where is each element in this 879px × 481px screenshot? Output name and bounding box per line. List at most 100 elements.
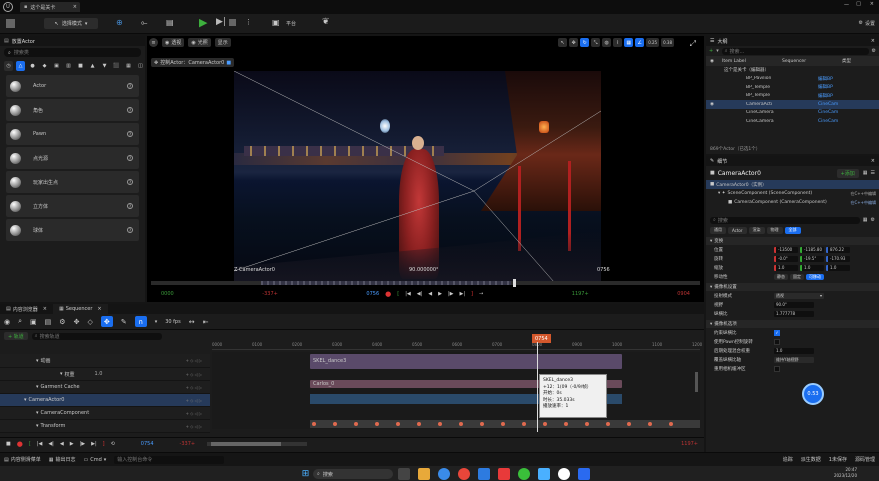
trace-button[interactable]: 追踪 — [783, 456, 793, 463]
keyframe[interactable] — [606, 422, 610, 426]
outliner-row[interactable]: CineCamera CineCam — [706, 117, 879, 126]
keyframe[interactable] — [438, 422, 442, 426]
actor-item[interactable]: 角色? — [6, 99, 139, 121]
landscape-icon[interactable]: ⬛ — [112, 61, 121, 71]
scale-x[interactable]: 1.0 — [774, 264, 798, 271]
geometry-icon[interactable]: ▼ — [100, 61, 109, 71]
track-options-icon[interactable]: + ◇ ◁ ▷ — [186, 358, 202, 363]
viewport-timeline-bar[interactable] — [151, 279, 700, 287]
visual-effects-icon[interactable]: ▥ — [64, 61, 73, 71]
platform-label[interactable]: 平台 — [286, 20, 296, 27]
step-icon[interactable]: ▶| — [216, 17, 226, 27]
ctrl5-checkbox[interactable] — [774, 365, 780, 372]
store-icon[interactable] — [478, 468, 490, 480]
close-tab-icon[interactable]: × — [73, 4, 77, 10]
clip-skel-dance[interactable]: SKEL_dance3 — [310, 354, 622, 369]
play-icon[interactable]: ▶ — [199, 16, 207, 29]
level-viewport[interactable]: ≡ ◉ 透视 ◉ 光照 显示 ↖ ✥ ↻ ⤡ ◍ ⌇ ▦ ∠ 0.25 0.38 ⤢… — [147, 36, 704, 302]
seq-to-start-icon[interactable]: |◀ — [37, 441, 43, 447]
all-classes-icon[interactable]: ▲ — [88, 61, 97, 71]
wechat-icon[interactable] — [518, 468, 530, 480]
details-more-icon[interactable]: ☰ — [871, 170, 875, 176]
app-red-icon[interactable] — [498, 468, 510, 480]
tab-all[interactable]: 全部 — [784, 226, 801, 234]
console-input[interactable]: 输入控制台命令 — [114, 455, 225, 464]
vp-next-key-icon[interactable]: |▶ — [448, 291, 454, 297]
class-search-input[interactable]: ⌕ 搜索类 — [4, 48, 141, 57]
eject-camera-icon[interactable]: ■ — [226, 60, 231, 66]
seq-hscroll[interactable] — [207, 442, 308, 446]
outliner-search-input[interactable]: ⌕ 搜索... — [721, 47, 869, 55]
fps-dropdown[interactable]: 30 fps — [165, 319, 181, 325]
lights-icon[interactable]: ● — [28, 61, 37, 71]
rotate-tool-icon[interactable]: ↻ — [580, 38, 590, 47]
seq-range-start[interactable]: -337+ — [180, 441, 196, 447]
help-icon[interactable]: ? — [127, 131, 133, 137]
mobility-movable[interactable]: 可移动 — [806, 273, 824, 280]
seq-current-frame[interactable]: 0754 — [141, 441, 154, 447]
seq-play-icon[interactable]: ▶ — [70, 441, 74, 447]
help-icon[interactable]: ? — [127, 83, 133, 89]
save-sequence-icon[interactable]: ◉ — [4, 318, 10, 326]
actor-item[interactable]: 点光源? — [6, 147, 139, 169]
timeline-body[interactable]: SKEL_dance3 Carlos_0 SKEL_dance3 +12：1(0… — [212, 342, 700, 432]
playhead-line[interactable] — [537, 342, 538, 432]
taskbar-clock[interactable]: 20:47 2023/12/20 — [834, 467, 857, 479]
source-control-button[interactable]: 源码管理 — [855, 456, 875, 463]
playback-options-icon[interactable]: ⚙ — [59, 318, 65, 326]
volumes-icon[interactable]: ■ — [76, 61, 85, 71]
sequencer-track[interactable]: ▾ Garment Cache + ◇ ◁ ▷ — [0, 381, 210, 394]
outliner-filter-icon[interactable]: ▾ — [716, 48, 719, 54]
outliner-row[interactable]: 这个是关卡（编辑器） — [706, 66, 879, 75]
blueprint-icon[interactable]: ⟜ — [141, 18, 147, 28]
seq-range-end[interactable]: 1197+ — [681, 441, 698, 447]
grid-snap-icon[interactable]: ▦ — [624, 38, 634, 47]
sequencer-track[interactable]: ▾ Transform + ◇ ◁ ▷ — [0, 420, 210, 433]
shapes-icon[interactable]: ◆ — [40, 61, 49, 71]
rotation-z[interactable]: -170.93 — [826, 255, 850, 262]
derived-data-button[interactable]: 派生数据 — [801, 456, 821, 463]
component-camera-row[interactable]: ■ CameraComponent (CameraComponent) 在C++中编… — [706, 198, 879, 207]
taskbar-search[interactable]: ⌕ 搜索 — [313, 469, 393, 479]
platform-icon[interactable]: ▣ — [272, 18, 280, 27]
keyframe[interactable] — [669, 422, 673, 426]
windows-start-icon[interactable]: ⊞ — [300, 469, 311, 480]
outliner-row[interactable]: BP_Pavilion 编辑BP — [706, 75, 879, 84]
aspect-field[interactable]: 1.777778 — [774, 310, 814, 317]
keyframe[interactable] — [543, 422, 547, 426]
actor-item[interactable]: Pawn? — [6, 123, 139, 145]
track-options-icon[interactable]: + ◇ ◁ ▷ — [186, 424, 202, 429]
unsaved-button[interactable]: 1未保存 — [829, 456, 847, 463]
camera-options-header[interactable]: ▾ 摄像机选项 — [706, 320, 879, 328]
edge-icon[interactable] — [438, 468, 450, 480]
help-icon[interactable]: ? — [127, 179, 133, 185]
track-expand-icon[interactable]: ▾ — [60, 371, 63, 377]
vp-play-icon[interactable]: ▶ — [438, 291, 442, 297]
snap-icon[interactable]: ∩ — [134, 316, 147, 327]
ctrl2-checkbox[interactable] — [774, 338, 780, 345]
keyframe[interactable] — [564, 422, 568, 426]
loop-icon[interactable]: ↔ — [189, 318, 195, 326]
mesh-icon[interactable]: ▦ — [124, 61, 133, 71]
lit-button[interactable]: ◉ 光照 — [188, 38, 211, 47]
keyframe[interactable] — [417, 422, 421, 426]
cmd-dropdown[interactable]: ▭ Cmd ▾ — [84, 457, 107, 463]
floating-badge[interactable]: 0.53 — [802, 383, 824, 405]
playback-range-icon[interactable]: ⇤ — [203, 318, 209, 326]
sequencer-track[interactable]: ▾ 动画 + ◇ ◁ ▷ — [0, 354, 210, 368]
vp-loop-icon[interactable]: → — [479, 291, 483, 297]
fov-field[interactable]: 90.0° — [774, 301, 814, 308]
select-tool-icon[interactable]: ↖ — [558, 38, 568, 47]
details-settings-icon[interactable]: ⚙ — [871, 217, 875, 223]
track-options-icon[interactable]: + ◇ ◁ ▷ — [186, 411, 202, 416]
weight-value[interactable]: 1.0 — [95, 371, 103, 377]
vp-prev-key-icon[interactable]: ◀| — [417, 291, 423, 297]
perspective-button[interactable]: ◉ 透视 — [162, 38, 185, 47]
actor-item[interactable]: 球体? — [6, 219, 139, 241]
seq-back-icon[interactable]: ◀ — [60, 441, 64, 447]
content-browser-tab[interactable]: ▤ 内容浏览器 × — [0, 304, 53, 314]
keyframe[interactable] — [480, 422, 484, 426]
location-z[interactable]: 876.22 — [826, 246, 850, 253]
scene-edit-cpp[interactable]: 在C++中编辑 — [851, 191, 877, 197]
details-search-input[interactable]: ⌕ 搜索 — [710, 216, 860, 224]
